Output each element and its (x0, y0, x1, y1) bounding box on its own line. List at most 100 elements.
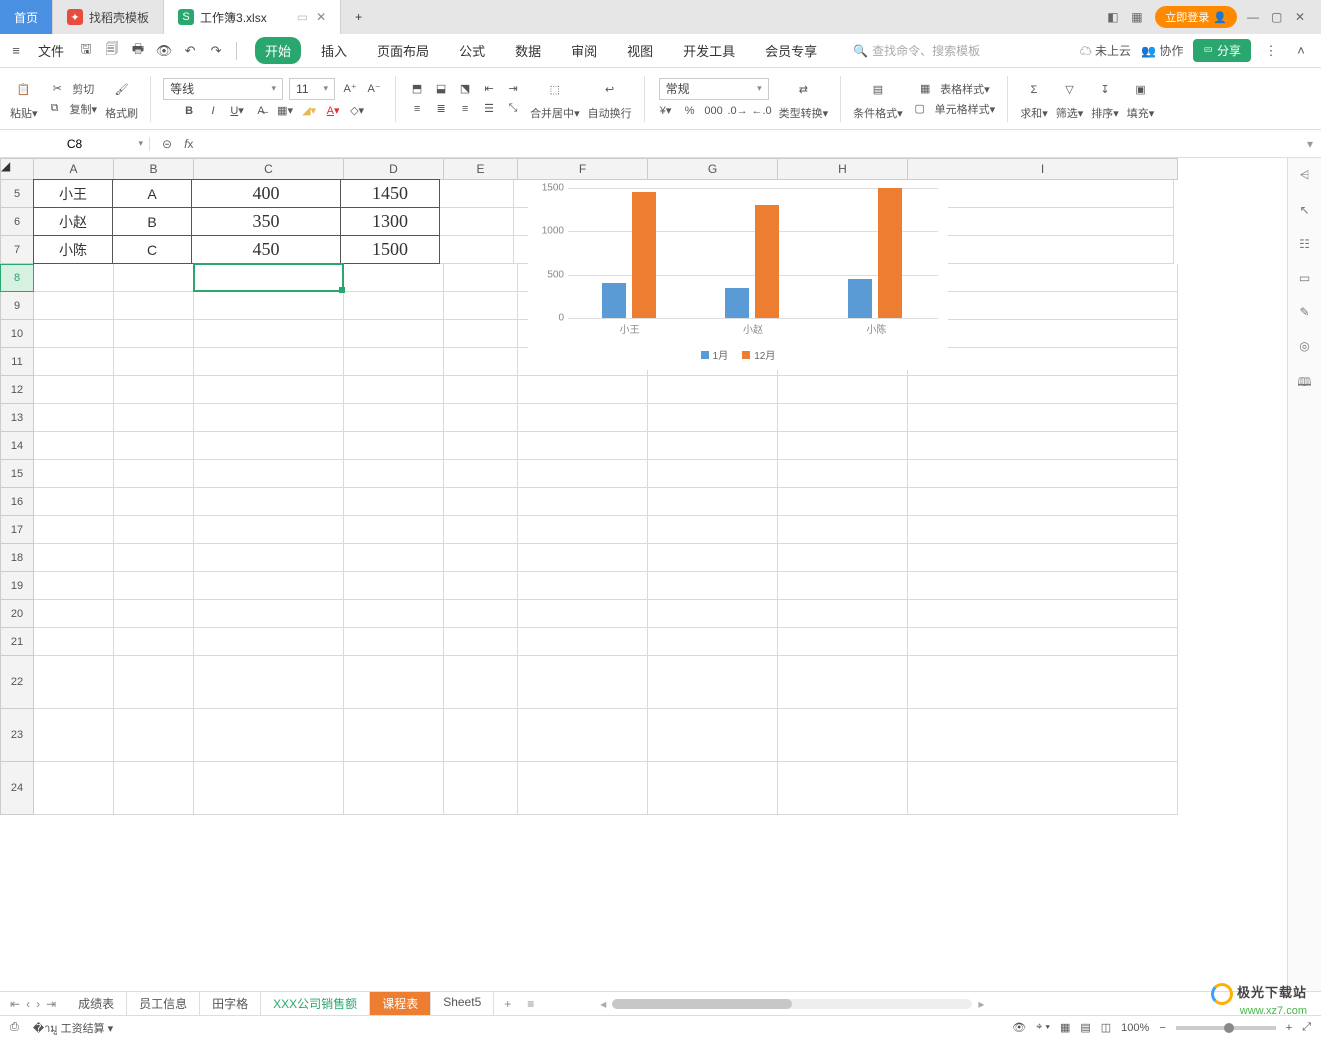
cell[interactable] (444, 348, 518, 376)
row-header[interactable]: 18 (0, 544, 34, 572)
col-header-E[interactable]: E (444, 158, 518, 180)
cell[interactable]: 小王 (33, 179, 113, 208)
cell[interactable] (34, 320, 114, 348)
cell[interactable] (114, 376, 194, 404)
sheet-list-icon[interactable]: ≡ (521, 997, 540, 1011)
sheet-tab[interactable]: 员工信息 (127, 992, 200, 1015)
border-icon[interactable]: ▦▾ (276, 102, 294, 120)
cell[interactable] (908, 572, 1178, 600)
cell[interactable] (114, 432, 194, 460)
row-header[interactable]: 24 (0, 762, 34, 815)
clear-format-icon[interactable]: ◇▾ (348, 102, 366, 120)
underline-icon[interactable]: U▾ (228, 102, 246, 120)
apps-icon[interactable]: ▦ (1131, 10, 1145, 24)
name-box[interactable]: ▾ (0, 137, 150, 151)
cell[interactable] (444, 544, 518, 572)
col-header-G[interactable]: G (648, 158, 778, 180)
cell[interactable]: 350 (191, 207, 341, 236)
cell[interactable] (648, 432, 778, 460)
cell[interactable] (444, 376, 518, 404)
new-tab-button[interactable]: + (341, 0, 376, 34)
cell[interactable] (344, 516, 444, 544)
sheet-tab[interactable]: 成绩表 (66, 992, 127, 1015)
merge-center[interactable]: ⬚ 合并居中▾ (530, 77, 580, 121)
cell[interactable] (778, 432, 908, 460)
more-icon[interactable]: ⋮ (1261, 41, 1281, 61)
cell[interactable]: B (112, 207, 192, 236)
type-convert[interactable]: ⇄ 类型转换▾ (779, 77, 829, 121)
zoom-out-icon[interactable]: − (1159, 1022, 1165, 1034)
cell[interactable] (34, 488, 114, 516)
cell[interactable] (344, 628, 444, 656)
horizontal-scrollbar[interactable]: ◂ ▸ (540, 997, 1321, 1011)
sheet-tab[interactable]: 田字格 (200, 992, 261, 1015)
cell[interactable] (194, 432, 344, 460)
wrap-text[interactable]: ↩ 自动换行 (588, 77, 632, 121)
zoom-level[interactable]: 100% (1121, 1022, 1149, 1034)
cell[interactable] (908, 292, 1178, 320)
cell[interactable] (114, 600, 194, 628)
cell[interactable] (194, 544, 344, 572)
cell[interactable] (908, 348, 1178, 376)
cell[interactable] (778, 656, 908, 709)
cell[interactable] (440, 236, 514, 264)
cell[interactable] (518, 376, 648, 404)
align-right-icon[interactable]: ≡ (456, 100, 474, 118)
cell[interactable] (344, 572, 444, 600)
status-calc[interactable]: �ามู 工资结算 ▾ (33, 1019, 113, 1037)
copy-button[interactable]: ⧉复制▾ (46, 100, 98, 118)
format-painter[interactable]: 🖌 格式刷 (105, 77, 138, 121)
cell[interactable] (908, 656, 1178, 709)
thousands-icon[interactable]: 000 (705, 102, 723, 120)
share-button[interactable]: ⮹分享 (1193, 39, 1251, 62)
cell[interactable]: 小赵 (33, 207, 113, 236)
status-mode-icon[interactable]: ⎙ (10, 1021, 19, 1034)
maximize-icon[interactable]: ▢ (1271, 10, 1285, 24)
cell[interactable] (648, 516, 778, 544)
cell[interactable] (778, 628, 908, 656)
row-header[interactable]: 5 (0, 180, 34, 208)
cell[interactable]: 小陈 (33, 235, 113, 264)
cell[interactable] (778, 376, 908, 404)
row-header[interactable]: 14 (0, 432, 34, 460)
cell[interactable] (444, 432, 518, 460)
style-icon[interactable]: ✎ (1299, 305, 1309, 319)
cell[interactable] (194, 516, 344, 544)
cell[interactable] (908, 320, 1178, 348)
cell[interactable] (778, 460, 908, 488)
cell[interactable] (194, 404, 344, 432)
tab-menu-icon[interactable]: ▭ (297, 10, 308, 24)
sheet-last-icon[interactable]: ⇥ (46, 997, 56, 1011)
cell[interactable] (440, 208, 514, 236)
cell[interactable] (518, 460, 648, 488)
select-tool-icon[interactable]: ↖ (1299, 203, 1309, 217)
cell[interactable] (114, 656, 194, 709)
strike-icon[interactable]: A̶ (252, 102, 270, 120)
paste-group[interactable]: 📋 粘贴▾ (10, 77, 38, 121)
ribbon-tab-review[interactable]: 审阅 (561, 37, 607, 64)
cell[interactable] (34, 516, 114, 544)
cell[interactable] (518, 516, 648, 544)
file-menu[interactable]: 文件 (32, 37, 70, 64)
cell[interactable] (444, 516, 518, 544)
percent-icon[interactable]: % (681, 102, 699, 120)
cell[interactable] (194, 572, 344, 600)
cloud-status[interactable]: ☁ 未上云 (1080, 42, 1131, 59)
cell[interactable] (444, 460, 518, 488)
font-color-icon[interactable]: A▾ (324, 102, 342, 120)
sheet-tab[interactable]: 课程表 (370, 992, 431, 1015)
cell[interactable] (648, 488, 778, 516)
col-header-C[interactable]: C (194, 158, 344, 180)
row-header[interactable]: 16 (0, 488, 34, 516)
indent-inc-icon[interactable]: ⇥ (504, 80, 522, 98)
cell[interactable] (114, 762, 194, 815)
cell[interactable] (908, 404, 1178, 432)
bold-icon[interactable]: B (180, 102, 198, 120)
cell[interactable] (34, 544, 114, 572)
cell[interactable] (518, 432, 648, 460)
row-header[interactable]: 21 (0, 628, 34, 656)
name-box-input[interactable] (0, 137, 149, 151)
row-header[interactable]: 8 (0, 264, 34, 292)
layout-icon[interactable]: ◧ (1107, 10, 1121, 24)
minimize-icon[interactable]: — (1247, 10, 1261, 24)
